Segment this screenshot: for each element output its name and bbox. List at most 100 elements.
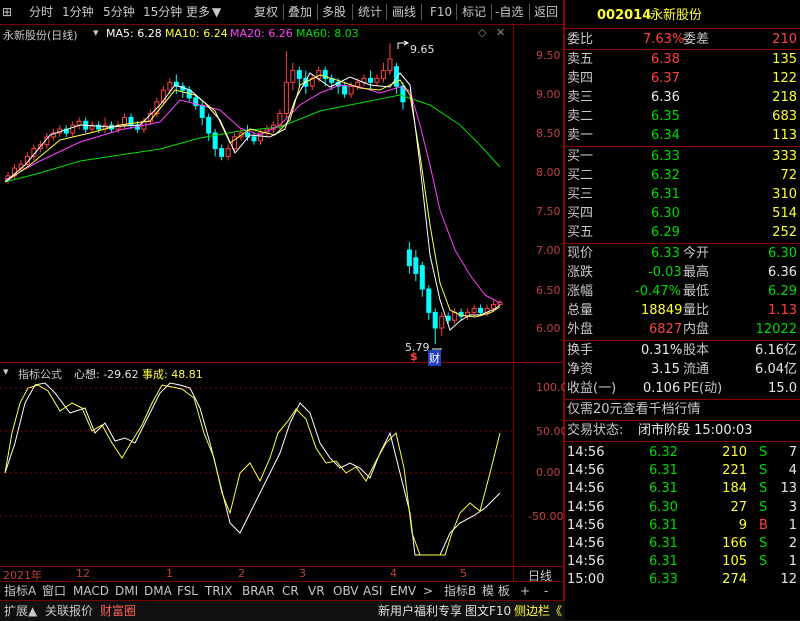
- y-tick: 6.50: [536, 284, 561, 297]
- new-user-promo-link[interactable]: 新用户福利专享: [378, 602, 462, 620]
- indicator-y-tick: 100.0: [536, 381, 568, 394]
- event-marker-s[interactable]: $: [410, 350, 418, 363]
- weibi-row: 委比 7.63% 委差 210: [565, 30, 800, 49]
- tab-obv[interactable]: OBV: [333, 582, 359, 600]
- draw-line-button[interactable]: 画线: [392, 0, 416, 24]
- tick-count: 13: [780, 481, 797, 497]
- tab-scroll-right[interactable]: >: [423, 582, 433, 600]
- depth-promo-link[interactable]: 仅需20元查看千档行情: [567, 400, 701, 419]
- ask-row: 卖四 6.37 122: [565, 69, 800, 88]
- watchlist-button[interactable]: -自选: [495, 0, 523, 24]
- tab-15min[interactable]: 15分钟: [143, 0, 182, 24]
- tab-cr[interactable]: CR: [282, 582, 299, 600]
- stat-value: 1.13: [768, 303, 797, 318]
- more-dropdown-icon[interactable]: ▼: [212, 0, 221, 24]
- bid-volume: 310: [772, 187, 797, 202]
- tick-price: 6.31: [649, 554, 678, 570]
- candle-body: [380, 70, 386, 79]
- tab-vr[interactable]: VR: [308, 582, 325, 600]
- indicator-chart[interactable]: [0, 363, 513, 566]
- tab-macd[interactable]: MACD: [73, 582, 109, 600]
- adjust-button[interactable]: 复权: [254, 0, 278, 24]
- f10-graphic-button[interactable]: 图文F10: [465, 602, 511, 620]
- stats-button[interactable]: 统计: [358, 0, 382, 24]
- stat-label: 外盘: [567, 322, 594, 337]
- tab-window[interactable]: 窗口: [42, 582, 66, 600]
- stat-value: 6.29: [768, 284, 797, 299]
- bid-label: 买五: [567, 225, 594, 240]
- ask-label: 卖二: [567, 109, 594, 124]
- tab-template[interactable]: 模 板: [482, 582, 510, 600]
- candle-body: [219, 148, 225, 157]
- indicator-y-tick: -50.00: [528, 510, 564, 523]
- ask-volume: 135: [772, 52, 797, 67]
- ask-row: 卖二 6.35 683: [565, 107, 800, 126]
- bid-row: 买三 6.31 310: [565, 185, 800, 204]
- tick-volume: 9: [738, 517, 747, 533]
- bid-label: 买一: [567, 149, 594, 164]
- toolbar-menu-icon[interactable]: ⊞: [2, 0, 12, 24]
- ask-volume: 113: [772, 128, 797, 143]
- zoom-out-button[interactable]: -: [544, 582, 548, 600]
- mark-button[interactable]: 标记: [462, 0, 486, 24]
- f10-button[interactable]: F10: [430, 0, 452, 24]
- xinxiang-line: [4, 382, 501, 556]
- tick-volume: 184: [722, 481, 747, 497]
- bid-label: 买四: [567, 206, 594, 221]
- overlay-button[interactable]: 叠加: [288, 0, 312, 24]
- candle-body: [491, 304, 497, 310]
- tab-dma[interactable]: DMA: [144, 582, 172, 600]
- candle-body: [387, 58, 393, 72]
- stat-row: 总量 18849 量比 1.13: [565, 301, 800, 320]
- sidebar-toggle-button[interactable]: 侧边栏《: [514, 602, 562, 620]
- tick-time: 14:56: [567, 481, 605, 497]
- tab-1min[interactable]: 1分钟: [62, 0, 94, 24]
- tick-count: 7: [788, 445, 797, 460]
- expand-button[interactable]: 扩展▲: [4, 602, 37, 620]
- candle-body: [432, 311, 438, 329]
- more-button[interactable]: 更多: [186, 0, 210, 24]
- ask-price: 6.34: [651, 128, 680, 143]
- weibi-value: 7.63%: [643, 32, 685, 47]
- tab-5min[interactable]: 5分钟: [103, 0, 135, 24]
- fund-label: 净资: [567, 362, 594, 377]
- y-tick: 7.00: [536, 244, 561, 257]
- candlestick-chart[interactable]: [0, 25, 513, 362]
- tick-price: 6.32: [649, 445, 678, 460]
- tab-brar[interactable]: BRAR: [242, 582, 275, 600]
- candle-body: [167, 81, 173, 91]
- tab-dmi[interactable]: DMI: [115, 582, 138, 600]
- ask-row: 卖五 6.38 135: [565, 50, 800, 69]
- candle-body: [478, 308, 484, 313]
- ask-row: 卖三 6.36 218: [565, 88, 800, 107]
- stat-row: 现价 6.33 今开 6.30: [565, 244, 800, 263]
- tab-indicator-b[interactable]: 指标B: [444, 582, 476, 600]
- trade-status-row: 交易状态: 闭市阶段 15:00:03: [565, 421, 800, 440]
- bid-label: 买二: [567, 168, 594, 183]
- fund-value: 15.0: [768, 381, 797, 396]
- bid-volume: 333: [772, 149, 797, 164]
- bid-price: 6.32: [651, 168, 680, 183]
- tab-indicator-a[interactable]: 指标A: [4, 582, 36, 600]
- zoom-in-button[interactable]: +: [520, 582, 530, 600]
- wealth-circle-button[interactable]: 财富圈: [100, 602, 136, 620]
- y-tick: 6.00: [536, 322, 561, 335]
- ask-price: 6.36: [651, 90, 680, 105]
- back-button[interactable]: 返回: [534, 0, 558, 24]
- tick-side: B: [759, 517, 768, 533]
- indicator-y-tick: 50.00: [536, 425, 568, 438]
- tab-trix[interactable]: TRIX: [205, 582, 232, 600]
- tab-emv[interactable]: EMV: [390, 582, 416, 600]
- tab-asi[interactable]: ASI: [363, 582, 382, 600]
- fund-row: 净资 3.15 流通 6.04亿: [565, 360, 800, 379]
- stat-row: 外盘 6827 内盘 12022: [565, 320, 800, 339]
- stat-value: 6827: [649, 322, 683, 337]
- stat-value: 18849: [641, 303, 683, 318]
- stat-row: 涨幅 -0.47% 最低 6.29: [565, 282, 800, 301]
- multi-stock-button[interactable]: 多股: [322, 0, 346, 24]
- tab-intraday[interactable]: 分时: [29, 0, 53, 24]
- tab-fsl[interactable]: FSL: [177, 582, 198, 600]
- candle-body: [426, 288, 432, 313]
- candle-body: [419, 265, 425, 290]
- related-quote-button[interactable]: 关联报价: [45, 602, 93, 620]
